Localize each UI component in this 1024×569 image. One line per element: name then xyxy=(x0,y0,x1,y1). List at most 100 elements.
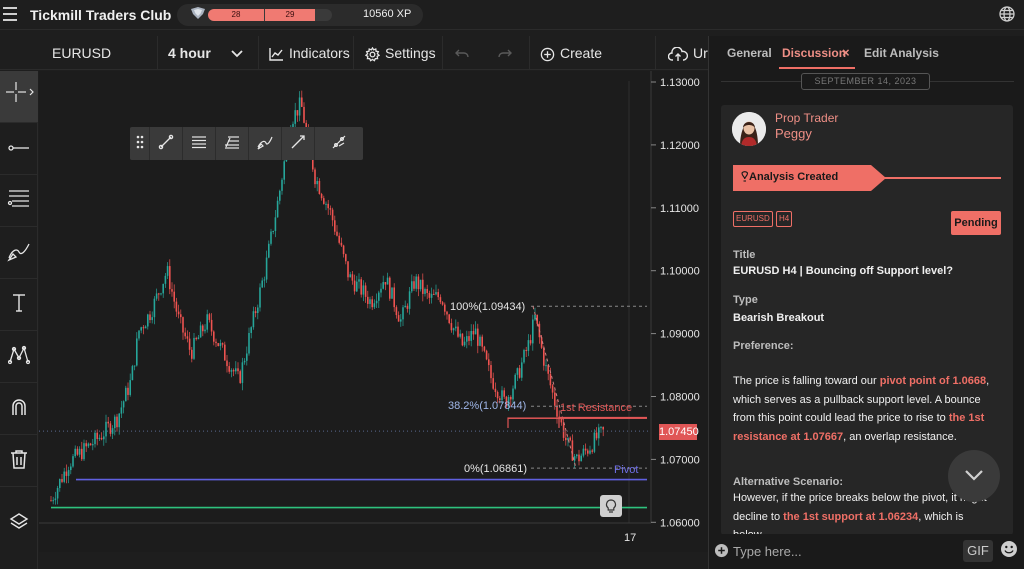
ray-icon xyxy=(290,134,306,153)
message-composer: GIF xyxy=(709,534,1024,569)
candle-body xyxy=(437,292,439,298)
layers-tool[interactable] xyxy=(0,497,38,549)
chevron-down-icon xyxy=(231,36,248,70)
tab-general[interactable]: General xyxy=(727,46,772,60)
candle-body xyxy=(202,325,204,332)
emoji-icon[interactable] xyxy=(1000,540,1018,558)
title-label: Title xyxy=(733,249,756,261)
fib-trend-line xyxy=(532,306,577,469)
candle-body xyxy=(452,328,455,331)
candle-body xyxy=(50,500,52,502)
candle-body xyxy=(221,343,224,345)
pattern-tool[interactable] xyxy=(0,331,38,383)
candle-body xyxy=(274,217,277,232)
candle-body xyxy=(158,293,160,295)
close-tab-icon[interactable]: × xyxy=(842,45,850,60)
highlight-text: the 1st support at 1.06234 xyxy=(783,510,919,523)
candle-body xyxy=(595,432,598,439)
candle-body xyxy=(235,368,237,372)
undo-button[interactable] xyxy=(443,36,485,70)
candle-body xyxy=(457,326,459,337)
toolbar-ray[interactable] xyxy=(282,127,315,160)
fib-tool[interactable] xyxy=(0,175,38,227)
create-analysis-button[interactable]: Create Analysis xyxy=(530,36,656,95)
toolbar-fib[interactable] xyxy=(183,127,216,160)
candle-body xyxy=(448,314,450,324)
candle-body xyxy=(325,203,327,205)
candle-body xyxy=(248,332,250,354)
candle-body xyxy=(155,293,158,299)
fib-100-label: 100%(1.09434) xyxy=(450,301,525,313)
globe-icon[interactable] xyxy=(998,5,1016,23)
redo-button[interactable] xyxy=(485,36,530,70)
candle-body xyxy=(521,362,523,378)
price-axis-label: 1.06000 xyxy=(660,517,700,529)
candle-body xyxy=(433,293,435,295)
price-chart[interactable]: 1.13000 1.12000 1.11000 1.10000 1.09000 1.080… xyxy=(39,71,708,552)
magnet-tool[interactable] xyxy=(0,383,38,435)
brush-tool[interactable] xyxy=(0,227,38,279)
symbol-selector[interactable]: EURUSD xyxy=(40,36,158,70)
candle-body xyxy=(131,366,134,381)
plus-circle-icon[interactable] xyxy=(714,543,729,558)
candle-body xyxy=(338,235,340,243)
candle-body xyxy=(199,325,202,338)
toolbar-brush[interactable] xyxy=(249,127,282,160)
upload-button[interactable]: Ur xyxy=(656,36,708,70)
alternative-scenario-text: However, if the price breaks below the p… xyxy=(733,489,995,535)
candle-body xyxy=(213,331,215,342)
drag-handle[interactable] xyxy=(130,127,150,160)
lightbulb-icon[interactable] xyxy=(600,495,622,517)
candle-body xyxy=(327,203,329,209)
tab-edit-analysis[interactable]: Edit Analysis xyxy=(864,46,939,60)
candle-body xyxy=(89,443,92,446)
candle-body xyxy=(261,280,263,288)
indicators-button[interactable]: Indicators xyxy=(259,36,354,70)
candle-body xyxy=(151,317,153,321)
hamburger-menu-icon[interactable] xyxy=(3,7,17,21)
text-tool[interactable] xyxy=(0,279,38,331)
author-name[interactable]: Peggy xyxy=(775,126,812,141)
candle-body xyxy=(294,110,296,124)
candle-body xyxy=(569,437,571,441)
gif-button[interactable]: GIF xyxy=(963,540,993,562)
toolbar-fib-channel[interactable] xyxy=(216,127,249,160)
candle-body xyxy=(81,448,83,460)
pending-status-button[interactable]: Pending xyxy=(951,211,1001,235)
candle-body xyxy=(362,285,365,295)
candle-body xyxy=(393,287,395,308)
delete-drawings-button[interactable] xyxy=(0,435,38,487)
candle-body xyxy=(279,190,281,201)
panel-tabs: General Discussion × Edit Analysis xyxy=(709,36,1024,72)
candle-body xyxy=(402,307,404,320)
candle-body xyxy=(474,328,477,335)
avatar[interactable] xyxy=(732,112,766,146)
candle-body xyxy=(153,298,156,318)
toolbar-path[interactable] xyxy=(315,127,363,160)
tab-discussion[interactable]: Discussion xyxy=(782,46,846,60)
drawing-tools-sidebar xyxy=(0,71,38,569)
pattern-icon xyxy=(7,345,31,368)
interval-selector[interactable]: 4 hour xyxy=(158,36,259,70)
toolbar-trend-line[interactable] xyxy=(150,127,183,160)
message-input[interactable] xyxy=(733,539,958,563)
candle-body xyxy=(138,330,140,339)
settings-button[interactable]: Settings xyxy=(354,36,443,70)
candle-body xyxy=(534,314,536,320)
candle-body xyxy=(195,337,197,340)
price-axis-label: 1.12000 xyxy=(660,140,700,152)
candle-body xyxy=(345,254,347,262)
candle-body xyxy=(250,327,252,333)
candle-body xyxy=(386,277,389,285)
line-tool[interactable] xyxy=(0,123,38,175)
candle-body xyxy=(391,287,393,299)
candle-body xyxy=(428,292,431,298)
crosshair-tool[interactable] xyxy=(0,71,38,123)
candle-body xyxy=(351,274,354,281)
candle-body xyxy=(582,448,585,456)
candle-body xyxy=(551,385,554,393)
candle-body xyxy=(367,296,369,304)
candle-body xyxy=(492,378,494,389)
price-axis-label: 1.09000 xyxy=(660,329,700,341)
scroll-down-button[interactable] xyxy=(948,450,1000,502)
